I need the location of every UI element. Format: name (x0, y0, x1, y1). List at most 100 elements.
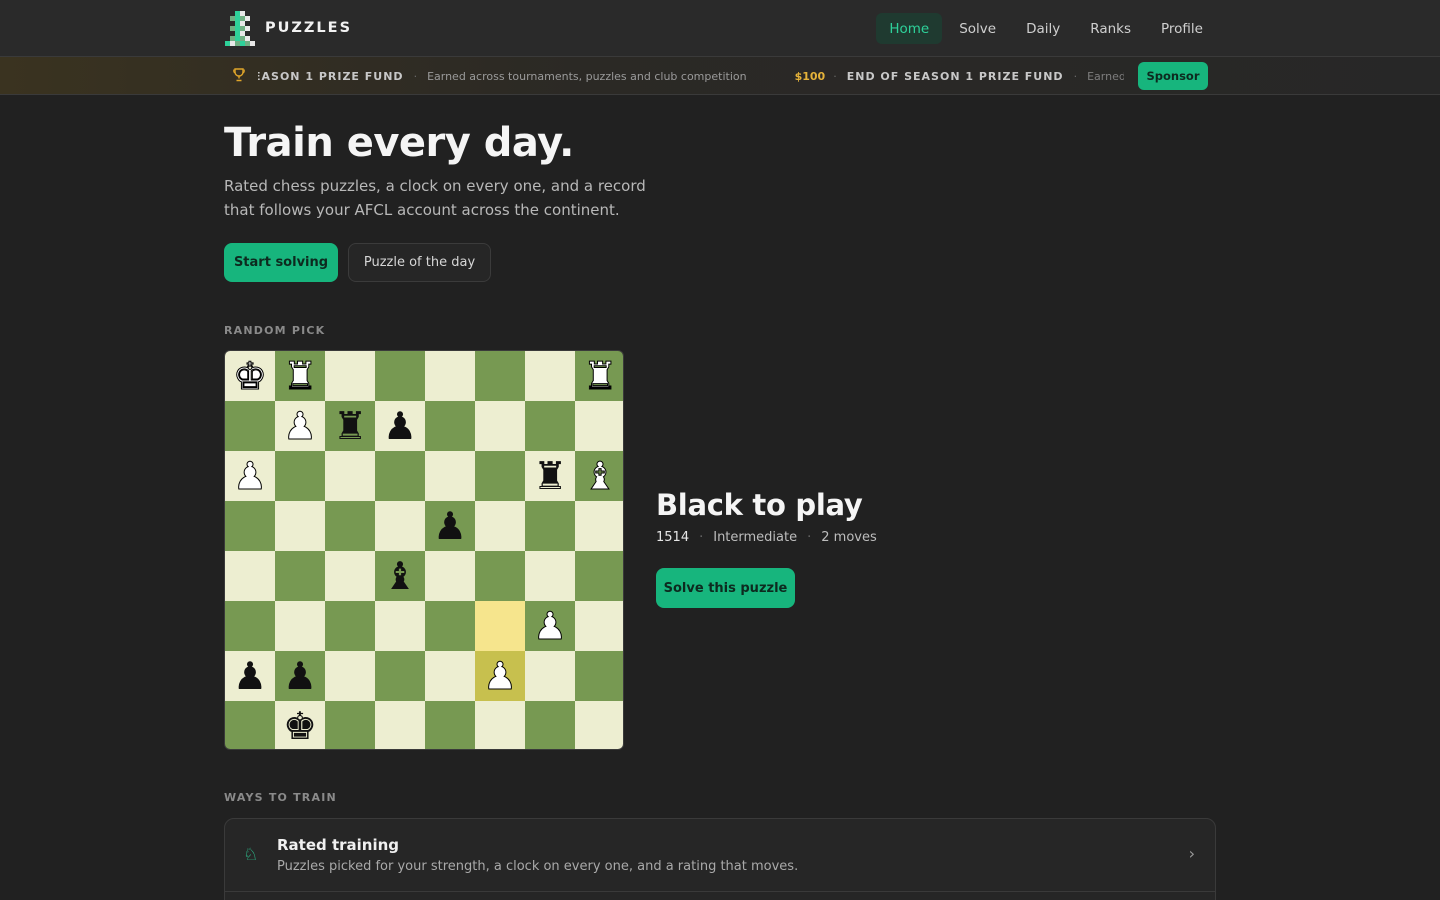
white-pawn-icon[interactable]: ♟ (232, 457, 267, 496)
puzzle-title: Black to play (656, 488, 863, 522)
board-square[interactable]: ♟ (225, 651, 275, 701)
board-square[interactable] (425, 401, 475, 451)
nav-item-profile[interactable]: Profile (1148, 13, 1216, 44)
knight-icon: ♘ (243, 845, 259, 865)
brand[interactable]: PUZZLES (224, 10, 352, 46)
board-square[interactable]: ♟ (225, 451, 275, 501)
board-square[interactable] (525, 351, 575, 401)
board-square[interactable] (275, 551, 325, 601)
board-square[interactable] (225, 601, 275, 651)
board-square[interactable] (375, 501, 425, 551)
white-king-icon[interactable]: ♚ (232, 357, 267, 396)
board-square[interactable] (425, 701, 475, 749)
board-square[interactable]: ♟ (275, 651, 325, 701)
board-square[interactable] (575, 601, 623, 651)
black-rook-icon[interactable]: ♜ (333, 407, 367, 445)
board-square[interactable]: ♜ (525, 451, 575, 501)
board-square[interactable] (425, 351, 475, 401)
board-square[interactable] (525, 501, 575, 551)
board-square[interactable]: ♟ (275, 401, 325, 451)
board-square[interactable] (525, 551, 575, 601)
board-square[interactable] (225, 701, 275, 749)
board-square[interactable] (475, 351, 525, 401)
board-square[interactable] (475, 451, 525, 501)
board-square[interactable]: ♝ (575, 451, 623, 501)
board-square[interactable] (525, 401, 575, 451)
board-square[interactable]: ♜ (275, 351, 325, 401)
black-king-icon[interactable]: ♚ (283, 707, 317, 745)
puzzle-of-the-day-button[interactable]: Puzzle of the day (348, 243, 491, 282)
board-square[interactable] (325, 451, 375, 501)
black-pawn-icon[interactable]: ♟ (433, 507, 467, 545)
sponsor-button[interactable]: Sponsor (1138, 62, 1208, 90)
board-square[interactable]: ♟ (525, 601, 575, 651)
list-item-rated-training[interactable]: ♘ Rated training Puzzles picked for your… (225, 819, 1215, 892)
board-square[interactable]: ♜ (325, 401, 375, 451)
board-square[interactable] (375, 651, 425, 701)
board-square[interactable] (425, 451, 475, 501)
meta-separator: · (807, 530, 812, 545)
black-bishop-icon[interactable]: ♝ (383, 557, 417, 595)
board-square[interactable]: ♜ (575, 351, 623, 401)
board-square[interactable] (475, 551, 525, 601)
board-square[interactable] (425, 601, 475, 651)
board-square[interactable] (325, 351, 375, 401)
board-square[interactable] (275, 501, 325, 551)
black-pawn-icon[interactable]: ♟ (283, 657, 317, 695)
board-square[interactable] (375, 701, 425, 749)
board-square[interactable] (225, 401, 275, 451)
board-square[interactable] (525, 651, 575, 701)
board-square[interactable]: ♟ (425, 501, 475, 551)
nav-item-daily[interactable]: Daily (1013, 13, 1073, 44)
board-square[interactable] (475, 401, 525, 451)
nav-item-solve[interactable]: Solve (946, 13, 1009, 44)
board-square[interactable]: ♝ (375, 551, 425, 601)
board-square[interactable] (375, 601, 425, 651)
white-bishop-icon[interactable]: ♝ (582, 457, 617, 496)
board-square[interactable]: ♚ (275, 701, 325, 749)
board-square[interactable] (325, 651, 375, 701)
board-square[interactable] (375, 451, 425, 501)
white-pawn-icon[interactable]: ♟ (532, 607, 567, 646)
black-pawn-icon[interactable]: ♟ (233, 657, 267, 695)
board-square[interactable] (475, 601, 525, 651)
nav-item-ranks[interactable]: Ranks (1077, 13, 1144, 44)
board-square[interactable] (575, 551, 623, 601)
white-pawn-icon[interactable]: ♟ (282, 407, 317, 446)
start-solving-button[interactable]: Start solving (224, 243, 338, 282)
board-square[interactable] (225, 551, 275, 601)
nav-item-home[interactable]: Home (876, 13, 943, 44)
board-square[interactable] (425, 551, 475, 601)
board-square[interactable]: ♚ (225, 351, 275, 401)
board-square[interactable] (575, 651, 623, 701)
board-square[interactable] (575, 501, 623, 551)
board-square[interactable] (325, 701, 375, 749)
board-square[interactable] (575, 701, 623, 749)
board-square[interactable] (425, 651, 475, 701)
board-square[interactable] (475, 501, 525, 551)
board-square[interactable] (575, 401, 623, 451)
trophy-icon (233, 68, 247, 84)
board-square[interactable] (475, 701, 525, 749)
board-square[interactable]: ♟ (375, 401, 425, 451)
board-square[interactable] (525, 701, 575, 749)
board-square[interactable] (225, 501, 275, 551)
board-square[interactable] (275, 451, 325, 501)
chess-board[interactable]: ♚ ♜ ♜ ♟ ♜ ♟ ♟ ♜ ♝ ♟ ♝ ♟ ♟ ♟ ♟ ♚ (224, 350, 624, 750)
board-square[interactable] (375, 351, 425, 401)
board-square[interactable]: ♟ (475, 651, 525, 701)
page-title: Train every day. (224, 120, 574, 166)
white-rook-icon[interactable]: ♜ (582, 357, 617, 396)
hero-subtitle: Rated chess puzzles, a clock on every on… (224, 177, 646, 219)
white-pawn-icon[interactable]: ♟ (482, 657, 517, 696)
board-square[interactable] (275, 601, 325, 651)
black-rook-icon[interactable]: ♜ (533, 457, 567, 495)
white-rook-icon[interactable]: ♜ (282, 357, 317, 396)
puzzle-moves: 2 moves (821, 530, 877, 545)
training-mode-title: Rated training (277, 836, 400, 854)
board-square[interactable] (325, 501, 375, 551)
black-pawn-icon[interactable]: ♟ (383, 407, 417, 445)
board-square[interactable] (325, 551, 375, 601)
board-square[interactable] (325, 601, 375, 651)
solve-this-puzzle-button[interactable]: Solve this puzzle (656, 568, 795, 608)
